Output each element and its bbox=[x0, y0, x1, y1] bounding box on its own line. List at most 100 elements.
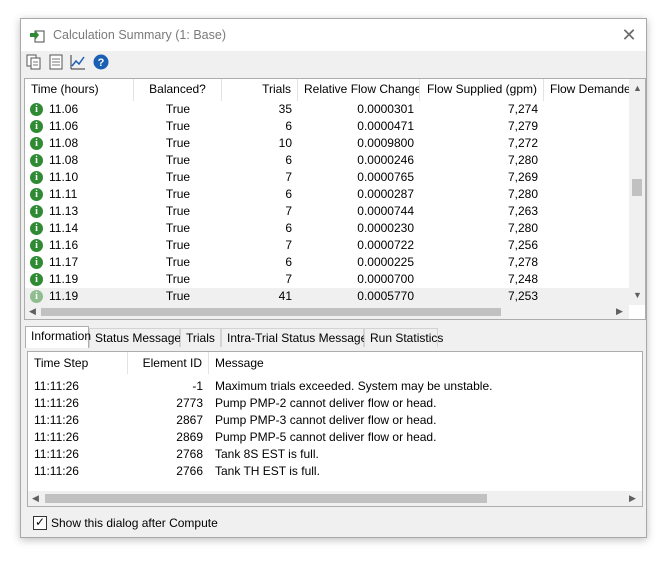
list-item[interactable]: 11:11:26 2768 Tank 8S EST is full. bbox=[28, 446, 628, 463]
table-row[interactable]: i 11.14 True 6 0.0000230 7,280 bbox=[25, 220, 629, 237]
table-row[interactable]: i 11.06 True 35 0.0000301 7,274 bbox=[25, 101, 629, 118]
cell-relative-flow-change: 0.0000230 bbox=[357, 221, 414, 235]
cell-flow-supplied: 7,248 bbox=[507, 272, 538, 286]
cell-trials: 6 bbox=[285, 153, 292, 167]
copy-icon[interactable] bbox=[25, 53, 43, 71]
cell-time: 11.06 bbox=[49, 119, 79, 133]
calculation-summary-window: Calculation Summary (1: Base) ✕ ? Time (… bbox=[20, 18, 647, 538]
cell-relative-flow-change: 0.0000301 bbox=[357, 102, 414, 116]
help-icon[interactable]: ? bbox=[92, 53, 110, 71]
cell-relative-flow-change: 0.0009800 bbox=[357, 136, 414, 150]
cell-trials: 6 bbox=[285, 221, 292, 235]
table-row[interactable]: i 11.16 True 7 0.0000722 7,256 bbox=[25, 237, 629, 254]
title-bar: Calculation Summary (1: Base) ✕ bbox=[21, 19, 646, 51]
cell-balanced: True bbox=[165, 238, 191, 252]
log-cell-time-step: 11:11:26 bbox=[34, 396, 79, 410]
cell-balanced: True bbox=[165, 255, 191, 269]
app-calc-icon bbox=[30, 30, 45, 43]
vertical-scrollbar[interactable]: ▲ ▼ bbox=[629, 79, 645, 305]
log-header-message[interactable]: Message bbox=[209, 352, 509, 374]
cell-balanced: True bbox=[165, 136, 191, 150]
scroll-left-icon[interactable]: ◀ bbox=[29, 306, 36, 317]
tab-trials[interactable]: Trials bbox=[180, 328, 221, 347]
info-icon: i bbox=[30, 205, 43, 218]
information-panel: Time Step Element ID Message 11:11:26 -1 M… bbox=[24, 347, 644, 507]
table-row[interactable]: i 11.13 True 7 0.0000744 7,263 bbox=[25, 203, 629, 220]
cell-trials: 10 bbox=[278, 136, 292, 150]
cell-flow-supplied: 7,269 bbox=[507, 170, 538, 184]
log-horizontal-scroll-thumb[interactable] bbox=[45, 494, 487, 503]
cell-trials: 6 bbox=[285, 187, 292, 201]
log-cell-element-id: -1 bbox=[192, 379, 203, 393]
table-row[interactable]: i 11.08 True 6 0.0000246 7,280 bbox=[25, 152, 629, 169]
grid-body: i 11.06 True 35 0.0000301 7,274 i 11.06 True 6 0.0… bbox=[25, 101, 629, 305]
table-row[interactable]: i 11.08 True 10 0.0009800 7,272 bbox=[25, 135, 629, 152]
horizontal-scrollbar[interactable]: ◀ ▶ bbox=[25, 305, 629, 319]
list-item[interactable]: 11:11:26 2867 Pump PMP-3 cannot deliver fl… bbox=[28, 412, 628, 429]
log-cell-message: Maximum trials exceeded. System may be u… bbox=[215, 379, 493, 393]
table-row[interactable]: i 11.11 True 6 0.0000287 7,280 bbox=[25, 186, 629, 203]
cell-time: 11.08 bbox=[49, 136, 79, 150]
info-icon: i bbox=[30, 103, 43, 116]
tab-information[interactable]: Information bbox=[25, 326, 91, 348]
cell-balanced: True bbox=[165, 204, 191, 218]
cell-relative-flow-change: 0.0000471 bbox=[357, 119, 414, 133]
horizontal-scroll-thumb[interactable] bbox=[41, 308, 501, 316]
cell-time: 11.11 bbox=[49, 187, 78, 201]
list-item[interactable]: 11:11:26 -1 Maximum trials exceeded. Syste… bbox=[28, 378, 628, 395]
scroll-right-icon[interactable]: ▶ bbox=[616, 306, 623, 317]
cell-trials: 7 bbox=[285, 170, 292, 184]
close-button[interactable]: ✕ bbox=[618, 24, 640, 46]
cell-flow-supplied: 7,253 bbox=[507, 289, 538, 303]
checkbox-box[interactable]: ✓ bbox=[33, 515, 47, 530]
log-scroll-left-icon[interactable]: ◀ bbox=[32, 493, 39, 504]
cell-flow-supplied: 7,272 bbox=[507, 136, 538, 150]
list-item[interactable]: 11:11:26 2869 Pump PMP-5 cannot deliver fl… bbox=[28, 429, 628, 446]
log-cell-message: Pump PMP-5 cannot deliver flow or head. bbox=[215, 430, 437, 444]
svg-text:?: ? bbox=[98, 57, 105, 69]
grid-header: Time (hours) Balanced? Trials Relative F… bbox=[25, 79, 629, 101]
scroll-up-icon[interactable]: ▲ bbox=[633, 83, 642, 93]
table-row[interactable]: i 11.17 True 6 0.0000225 7,278 bbox=[25, 254, 629, 271]
table-row[interactable]: i 11.19 True 7 0.0000700 7,248 bbox=[25, 271, 629, 288]
tab-intra-trial-status-messages[interactable]: Intra-Trial Status Messages bbox=[221, 328, 373, 347]
cell-flow-supplied: 7,256 bbox=[507, 238, 538, 252]
log-scroll-right-icon[interactable]: ▶ bbox=[629, 493, 636, 504]
cell-trials: 6 bbox=[285, 119, 292, 133]
list-item[interactable]: 11:11:26 2773 Pump PMP-2 cannot deliver fl… bbox=[28, 395, 628, 412]
info-icon: i bbox=[30, 290, 43, 303]
log-cell-element-id: 2768 bbox=[176, 447, 203, 461]
log-cell-message: Pump PMP-3 cannot deliver flow or head. bbox=[215, 413, 437, 427]
info-icon: i bbox=[30, 171, 43, 184]
cell-flow-supplied: 7,274 bbox=[507, 102, 538, 116]
table-row[interactable]: i 11.06 True 6 0.0000471 7,279 bbox=[25, 118, 629, 135]
col-header-time[interactable]: Time (hours) bbox=[25, 79, 134, 101]
info-icon: i bbox=[30, 120, 43, 133]
cell-balanced: True bbox=[165, 187, 191, 201]
cell-time: 11.19 bbox=[49, 289, 79, 303]
list-item[interactable]: 11:11:26 2766 Tank TH EST is full. bbox=[28, 463, 628, 480]
cell-time: 11.19 bbox=[49, 272, 79, 286]
log-cell-message: Tank TH EST is full. bbox=[215, 464, 320, 478]
table-row[interactable]: i 11.19 True 41 0.0005770 7,253 bbox=[25, 288, 629, 305]
col-header-flow-demanded[interactable]: Flow Demanded bbox=[544, 79, 629, 101]
cell-relative-flow-change: 0.0000700 bbox=[357, 272, 414, 286]
table-row[interactable]: i 11.10 True 7 0.0000765 7,269 bbox=[25, 169, 629, 186]
log-cell-time-step: 11:11:26 bbox=[34, 430, 79, 444]
log-header-time-step[interactable]: Time Step bbox=[28, 352, 128, 374]
tab-status-messages[interactable]: Status Messages bbox=[89, 328, 187, 347]
col-header-trials[interactable]: Trials bbox=[222, 79, 298, 101]
report-icon[interactable] bbox=[47, 53, 65, 71]
scroll-down-icon[interactable]: ▼ bbox=[633, 290, 642, 300]
log-horizontal-scrollbar[interactable]: ◀ ▶ bbox=[28, 491, 642, 506]
col-header-relative-flow-change[interactable]: Relative Flow Change bbox=[298, 79, 420, 101]
cell-balanced: True bbox=[165, 289, 191, 303]
col-header-balanced[interactable]: Balanced? bbox=[134, 79, 222, 101]
log-header-element-id[interactable]: Element ID bbox=[128, 352, 209, 374]
col-header-flow-supplied[interactable]: Flow Supplied (gpm) bbox=[420, 79, 544, 101]
vertical-scroll-thumb[interactable] bbox=[632, 179, 642, 196]
graph-icon[interactable] bbox=[69, 53, 87, 71]
cell-flow-supplied: 7,280 bbox=[507, 153, 538, 167]
tab-run-statistics[interactable]: Run Statistics bbox=[364, 328, 443, 347]
info-icon: i bbox=[30, 239, 43, 252]
